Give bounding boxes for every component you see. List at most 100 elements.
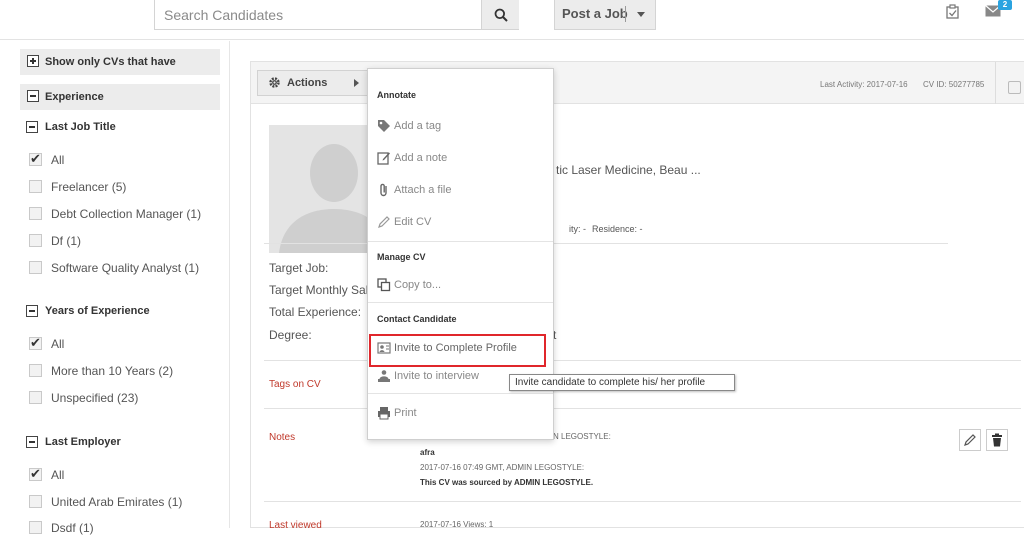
filter-option-label: Unspecified (23): [51, 391, 139, 405]
filter-group-title: Last Job Title: [45, 121, 116, 133]
menu-item-label: Edit CV: [394, 216, 432, 228]
note-text: This CV was sourced by ADMIN LEGOSTYLE.: [420, 478, 594, 487]
menu-item-label: Add a note: [394, 152, 448, 164]
expand-icon[interactable]: [27, 55, 39, 67]
select-cv-checkbox[interactable]: [1008, 81, 1021, 94]
manage-cv-header: Manage CV: [377, 252, 426, 262]
note-text: afra: [420, 448, 435, 457]
total-experience-label: Total Experience:: [269, 305, 362, 319]
note-author: N LEGOSTYLE:: [553, 432, 611, 441]
last-viewed-label: Last viewed: [269, 520, 322, 531]
menu-item-label: Add a tag: [394, 120, 442, 132]
filter-option-label: All: [51, 337, 65, 351]
menu-divider: [368, 241, 553, 242]
menu-item-label: Copy to...: [394, 279, 442, 291]
copy-to-menu-item[interactable]: Copy to...: [375, 275, 545, 297]
tooltip: Invite candidate to complete his/ her pr…: [509, 374, 735, 391]
target-salary-label: Target Monthly Sal: [269, 283, 369, 297]
interview-icon: [378, 370, 390, 382]
filter-group-title: Last Employer: [45, 436, 121, 448]
gear-icon: [269, 77, 280, 88]
notes-section-label: Notes: [269, 432, 296, 443]
experience-toggle[interactable]: Experience: [20, 84, 220, 110]
add-note-menu-item[interactable]: Add a note: [375, 148, 545, 170]
filter-group-last-job-title[interactable]: Last Job Title: [26, 121, 116, 133]
collapse-icon[interactable]: [27, 90, 39, 102]
edit-note-button[interactable]: [959, 429, 981, 451]
divider: [264, 501, 1021, 502]
edit-cv-menu-item[interactable]: Edit CV: [375, 212, 545, 234]
print-menu-item[interactable]: Print: [375, 403, 545, 425]
delete-note-button[interactable]: [986, 429, 1008, 451]
top-bar: Post a Job 2: [0, 0, 1024, 40]
checkbox[interactable]: [29, 151, 42, 167]
filter-option-label: Df (1): [51, 234, 81, 248]
actions-button[interactable]: Actions: [257, 70, 369, 96]
checkbox[interactable]: [29, 335, 42, 351]
filter-option-label: Software Quality Analyst (1): [51, 261, 200, 275]
menu-item-label: Attach a file: [394, 184, 452, 196]
checkbox[interactable]: [29, 466, 42, 482]
checkbox[interactable]: [29, 364, 42, 377]
post-job-button[interactable]: Post a Job: [554, 0, 656, 30]
checkbox[interactable]: [29, 391, 42, 404]
tasks-icon[interactable]: [945, 4, 961, 20]
filter-group-years-of-experience[interactable]: Years of Experience: [26, 305, 150, 317]
filter-option-label: Freelancer (5): [51, 180, 127, 194]
search-input[interactable]: [155, 0, 481, 29]
menu-item-label: Print: [394, 407, 417, 419]
note-author: 2017-07-16 07:49 GMT, ADMIN LEGOSTYLE:: [420, 463, 585, 472]
invite-complete-profile-menu-item[interactable]: Invite to Complete Profile: [369, 334, 546, 367]
search-button[interactable]: [481, 0, 519, 29]
checkbox[interactable]: [29, 180, 42, 193]
paperclip-icon: [380, 183, 387, 197]
filter-group-last-employer[interactable]: Last Employer: [26, 436, 121, 448]
print-icon: [378, 407, 390, 420]
chevron-down-icon[interactable]: [637, 12, 645, 17]
attach-file-menu-item[interactable]: Attach a file: [375, 180, 545, 202]
add-tag-menu-item[interactable]: Add a tag: [375, 116, 545, 138]
filter-option-label: All: [51, 153, 65, 167]
cv-headline: tic Laser Medicine, Beau ...: [556, 163, 701, 177]
mail-count-badge: 2: [998, 0, 1012, 10]
header-divider: [995, 62, 996, 104]
show-only-toggle[interactable]: Show only CVs that have: [20, 49, 220, 75]
pencil-icon: [964, 434, 976, 446]
pencil-icon: [378, 216, 390, 228]
filter-option-label: All: [51, 468, 65, 482]
residence-value: Residence: -: [592, 224, 643, 234]
nationality-value: ity: -: [569, 224, 586, 234]
last-activity: Last Activity: 2017-07-16: [820, 80, 908, 89]
target-job-label: Target Job:: [269, 261, 329, 275]
trash-icon: [992, 433, 1002, 447]
actions-label: Actions: [287, 77, 328, 89]
collapse-icon[interactable]: [26, 436, 38, 448]
cv-id: CV ID: 50277785: [923, 80, 985, 89]
annotate-header: Annotate: [377, 90, 416, 100]
search-icon: [494, 8, 508, 22]
note-edit-icon: [377, 152, 390, 165]
experience-label: Experience: [45, 91, 104, 103]
post-job-label: Post a Job: [562, 6, 628, 21]
menu-item-label: Invite to interview: [394, 370, 479, 382]
menu-divider: [368, 302, 553, 303]
copy-icon: [377, 278, 391, 292]
collapse-icon[interactable]: [26, 121, 38, 133]
collapse-icon[interactable]: [26, 305, 38, 317]
profile-invite-icon: [377, 342, 391, 354]
show-only-label: Show only CVs that have: [45, 56, 176, 68]
filter-option-label: Dsdf (1): [51, 521, 94, 535]
checkbox[interactable]: [29, 261, 42, 274]
degree-label: Degree:: [269, 328, 312, 342]
filter-group-title: Years of Experience: [45, 305, 150, 317]
checkbox[interactable]: [29, 495, 42, 508]
filter-sidebar: Show only CVs that have Experience Last …: [0, 41, 230, 535]
search-box: [154, 0, 519, 30]
checkbox[interactable]: [29, 207, 42, 220]
chevron-right-icon: [354, 79, 359, 87]
post-job-divider: [625, 6, 626, 22]
filter-option-label: Debt Collection Manager (1): [51, 207, 202, 221]
filter-option-label: More than 10 Years (2): [51, 364, 174, 378]
checkbox[interactable]: [29, 234, 42, 247]
filter-option-label: United Arab Emirates (1): [51, 495, 183, 509]
